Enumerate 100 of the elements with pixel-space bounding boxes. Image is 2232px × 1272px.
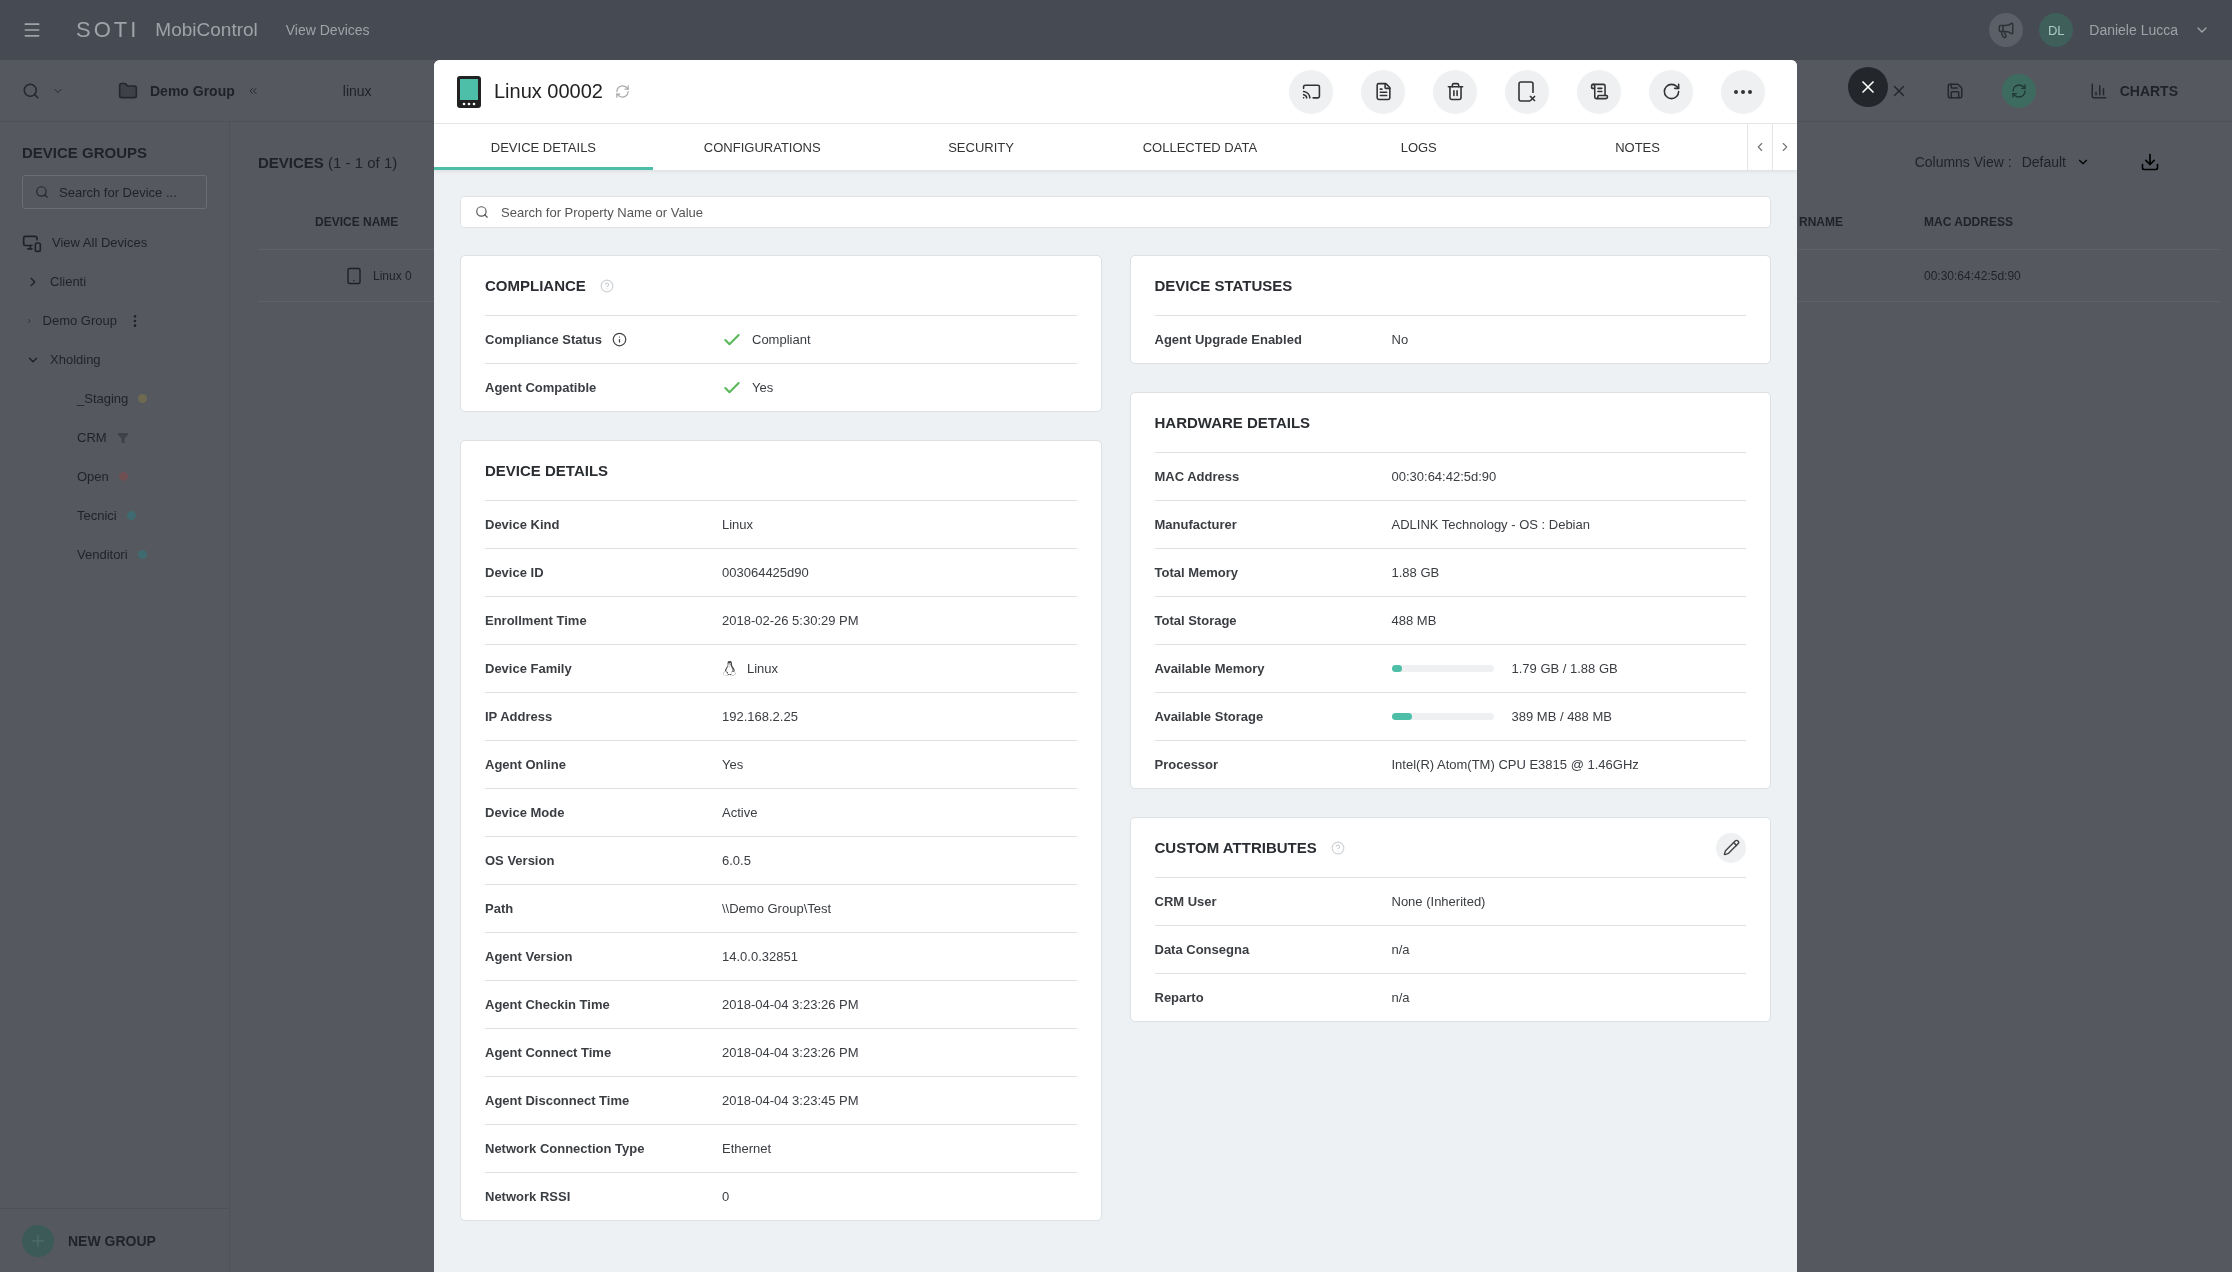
search-field[interactable]: Search for Device ... — [22, 175, 207, 209]
charts-button[interactable]: CHARTS — [2119, 82, 2178, 99]
field-label: Path — [485, 901, 514, 916]
field-label: Agent Upgrade Enabled — [1154, 332, 1302, 347]
field-value: 1.79 GB / 1.88 GB — [1511, 661, 1618, 676]
pencil-icon — [1722, 839, 1740, 856]
field-label: OS Version — [485, 853, 555, 868]
field-value: 2018-04-04 3:23:26 PM — [722, 1045, 859, 1060]
field-value: n/a — [1391, 990, 1410, 1005]
next-button[interactable] — [1771, 124, 1797, 170]
tree-item[interactable]: Xholding — [50, 352, 101, 367]
announcements-button[interactable] — [1989, 13, 2024, 47]
field-value: 2018-04-04 3:23:26 PM — [722, 997, 859, 1012]
brand-logo: SOTI — [76, 17, 140, 43]
download-icon[interactable] — [2140, 152, 2160, 172]
tree-item[interactable]: CRM — [77, 430, 107, 445]
group-selector[interactable]: Demo Group — [150, 82, 235, 99]
field-label: Network RSSI — [485, 1189, 571, 1204]
field-value: Linux — [722, 517, 754, 532]
field-value: Active — [722, 805, 758, 820]
tab[interactable]: NOTES — [1528, 124, 1747, 170]
tree-item[interactable]: Demo Group — [42, 313, 117, 328]
tab[interactable]: DEVICE DETAILS — [434, 124, 653, 170]
card-title: CUSTOM ATTRIBUTES — [1154, 839, 1317, 856]
field-value: 0 — [722, 1189, 730, 1204]
dialog-title: Linux 00002 — [494, 80, 603, 103]
menu-icon[interactable] — [22, 20, 42, 40]
column-header: MAC ADDRESS — [1924, 214, 2014, 229]
field-value: 2018-04-04 3:23:45 PM — [722, 1093, 859, 1108]
new-group-link[interactable]: NEW GROUP — [68, 1232, 156, 1249]
search-icon[interactable] — [22, 81, 40, 100]
field-value: \\Demo Group\Test — [722, 901, 832, 916]
more-button[interactable] — [1721, 69, 1765, 114]
page-title: View Devices — [285, 22, 370, 38]
tree-item[interactable]: _Staging — [77, 391, 129, 406]
chart-icon — [2089, 81, 2108, 100]
cast-icon — [1301, 82, 1321, 101]
field-label: Network Connection Type — [485, 1141, 645, 1156]
field-label: Enrollment Time — [485, 613, 587, 628]
user-avatar: DL — [2039, 13, 2074, 47]
field-label: Agent Compatible — [485, 380, 597, 395]
tab[interactable]: SECURITY — [871, 124, 1091, 170]
cast-button[interactable] — [1289, 69, 1333, 114]
search-input[interactable]: Search for Device ... — [57, 183, 194, 201]
edit-button[interactable] — [1716, 832, 1746, 863]
tab[interactable]: COLLECTED DATA — [1090, 124, 1310, 170]
column-header: RNAME — [1799, 214, 1844, 229]
field-label: Agent Connect Time — [485, 1045, 612, 1060]
product-name: MobiControl — [155, 19, 258, 41]
sync-icon[interactable] — [615, 84, 630, 99]
tree-item[interactable]: Tecnici — [77, 508, 117, 523]
document-button[interactable] — [1361, 69, 1405, 114]
refresh-button[interactable] — [1649, 69, 1693, 114]
field-value: 1.88 GB — [1391, 565, 1440, 580]
save-icon[interactable] — [1945, 81, 1964, 100]
tree-item[interactable]: Venditori — [77, 547, 128, 562]
help-icon — [599, 278, 614, 293]
field-label: Agent Version — [485, 949, 573, 964]
field-label: Available Memory — [1154, 661, 1265, 676]
field-label: MAC Address — [1154, 469, 1240, 484]
field-value: 2018-02-26 5:30:29 PM — [722, 613, 859, 628]
field-label: Agent Checkin Time — [485, 997, 610, 1012]
field-label: Device Mode — [485, 805, 565, 820]
filter-text[interactable]: linux — [342, 82, 372, 99]
tree-item[interactable]: View All Devices — [52, 235, 148, 250]
field-value: 389 MB / 488 MB — [1511, 709, 1612, 724]
document-icon — [1373, 82, 1393, 101]
tree-item[interactable]: Open — [77, 469, 109, 484]
user-menu[interactable]: Daniele Lucca — [2089, 22, 2178, 38]
folder-icon — [118, 80, 138, 101]
card-title: DEVICE STATUSES — [1154, 277, 1293, 294]
unenroll-button[interactable] — [1505, 69, 1549, 114]
report-button[interactable] — [1577, 69, 1621, 114]
info-icon — [612, 332, 628, 347]
columns-view-label: Columns View : — [1914, 154, 2012, 170]
field-label: Device Kind — [485, 517, 560, 532]
close-button[interactable] — [1848, 67, 1888, 107]
list-document-icon — [1589, 82, 1609, 101]
refresh-icon — [2010, 82, 2027, 99]
tab[interactable]: CONFIGURATIONS — [652, 124, 872, 170]
search-input[interactable]: Search for Property Name or Value — [499, 203, 1756, 221]
add-button[interactable] — [22, 1224, 54, 1257]
columns-view-select[interactable]: Default — [2021, 154, 2066, 170]
field-value: 488 MB — [1391, 613, 1437, 628]
field-label: Processor — [1154, 757, 1219, 772]
card-title: HARDWARE DETAILS — [1154, 414, 1311, 431]
field-label: Available Storage — [1154, 709, 1264, 724]
field-label: Total Storage — [1154, 613, 1237, 628]
field-value: No — [1391, 332, 1409, 347]
field-value: Compliant — [752, 332, 811, 347]
trash-icon — [1445, 82, 1465, 101]
tab[interactable]: LOGS — [1309, 124, 1529, 170]
sidebar-title: DEVICE GROUPS — [21, 144, 149, 161]
tree-item[interactable]: Clienti — [50, 274, 87, 289]
field-value: Linux — [747, 661, 779, 676]
previous-button[interactable] — [1746, 124, 1772, 170]
card-title: COMPLIANCE — [485, 277, 586, 294]
delete-button[interactable] — [1433, 69, 1477, 114]
field-value: 003064425d90 — [722, 565, 809, 580]
tablet-icon — [456, 74, 482, 109]
